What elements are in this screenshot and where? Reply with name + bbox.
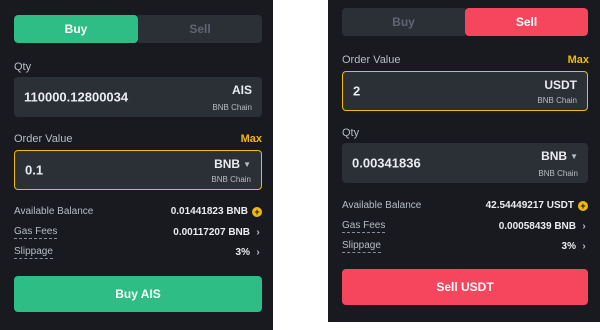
gas-fees-value: 0.00058439 BNB xyxy=(498,221,576,232)
qty-unit-selector[interactable]: BNB ▼ xyxy=(541,149,578,163)
buy-sell-toggle: Buy Sell xyxy=(342,8,588,36)
tab-sell[interactable]: Sell xyxy=(465,8,588,36)
qty-chain: BNB Chain xyxy=(538,169,578,178)
available-balance-row: Available Balance 42.54449217 USDT + xyxy=(342,200,588,211)
caret-down-icon: ▼ xyxy=(243,160,251,169)
buy-sell-toggle: Buy Sell xyxy=(14,15,262,43)
available-balance-value: 0.01441823 BNB xyxy=(170,206,248,217)
gas-fees-row[interactable]: Gas Fees 0.00058439 BNB › xyxy=(342,220,588,233)
gas-fees-value: 0.00117207 BNB xyxy=(173,227,250,238)
sell-panel: Buy Sell Order Value Max 2 USDT BNB Chai… xyxy=(328,0,600,322)
qty-unit: BNB xyxy=(541,149,568,163)
max-button[interactable]: Max xyxy=(241,133,262,145)
order-value-unit-selector[interactable]: BNB ▼ xyxy=(214,157,251,171)
buy-panel: Buy Sell Qty 110000.12800034 AIS BNB Cha… xyxy=(0,0,273,330)
sell-usdt-button[interactable]: Sell USDT xyxy=(342,269,588,305)
max-button[interactable]: Max xyxy=(568,54,589,66)
order-value-label: Order Value xyxy=(14,133,73,145)
plus-circle-icon[interactable]: + xyxy=(578,200,588,211)
chevron-right-icon: › xyxy=(582,241,586,252)
order-value-input[interactable]: 2 USDT BNB Chain xyxy=(342,71,588,111)
available-balance-label: Available Balance xyxy=(14,206,94,217)
tab-sell[interactable]: Sell xyxy=(138,15,262,43)
order-value-unit: USDT xyxy=(544,78,577,92)
slippage-row[interactable]: Slippage 3% › xyxy=(342,240,588,253)
qty-input[interactable]: 0.00341836 BNB ▼ BNB Chain xyxy=(342,143,588,183)
qty-label: Qty xyxy=(342,127,360,139)
available-balance-value: 42.54449217 USDT xyxy=(485,200,574,211)
order-value-label: Order Value xyxy=(342,54,401,66)
order-value-input[interactable]: 0.1 BNB ▼ BNB Chain xyxy=(14,150,262,190)
available-balance-label: Available Balance xyxy=(342,200,422,211)
slippage-value: 3% xyxy=(561,241,576,252)
tab-buy[interactable]: Buy xyxy=(14,15,138,43)
chevron-right-icon: › xyxy=(582,221,586,232)
qty-unit: AIS xyxy=(231,83,252,97)
order-value-unit: BNB xyxy=(214,157,241,171)
plus-circle-icon[interactable]: + xyxy=(252,206,262,217)
order-value-chain: BNB Chain xyxy=(211,175,251,184)
caret-down-icon: ▼ xyxy=(570,152,578,161)
slippage-label: Slippage xyxy=(342,240,381,253)
chevron-right-icon: › xyxy=(256,227,260,238)
order-value-value: 0.1 xyxy=(25,162,44,178)
available-balance-row: Available Balance 0.01441823 BNB + xyxy=(14,206,262,217)
slippage-label: Slippage xyxy=(14,246,53,259)
order-value-chain: BNB Chain xyxy=(537,96,577,105)
gas-fees-label: Gas Fees xyxy=(14,226,58,239)
qty-value: 110000.12800034 xyxy=(24,89,129,105)
chevron-right-icon: › xyxy=(256,247,260,258)
slippage-row[interactable]: Slippage 3% › xyxy=(14,246,262,259)
qty-input[interactable]: 110000.12800034 AIS BNB Chain xyxy=(14,77,262,117)
qty-label: Qty xyxy=(14,61,32,73)
gas-fees-label: Gas Fees xyxy=(342,220,386,233)
gas-fees-row[interactable]: Gas Fees 0.00117207 BNB › xyxy=(14,226,262,239)
order-value-value: 2 xyxy=(353,83,361,99)
buy-ais-button[interactable]: Buy AIS xyxy=(14,276,262,312)
qty-chain: BNB Chain xyxy=(212,103,252,112)
qty-value: 0.00341836 xyxy=(352,155,421,171)
tab-buy[interactable]: Buy xyxy=(342,8,465,36)
slippage-value: 3% xyxy=(235,247,250,258)
